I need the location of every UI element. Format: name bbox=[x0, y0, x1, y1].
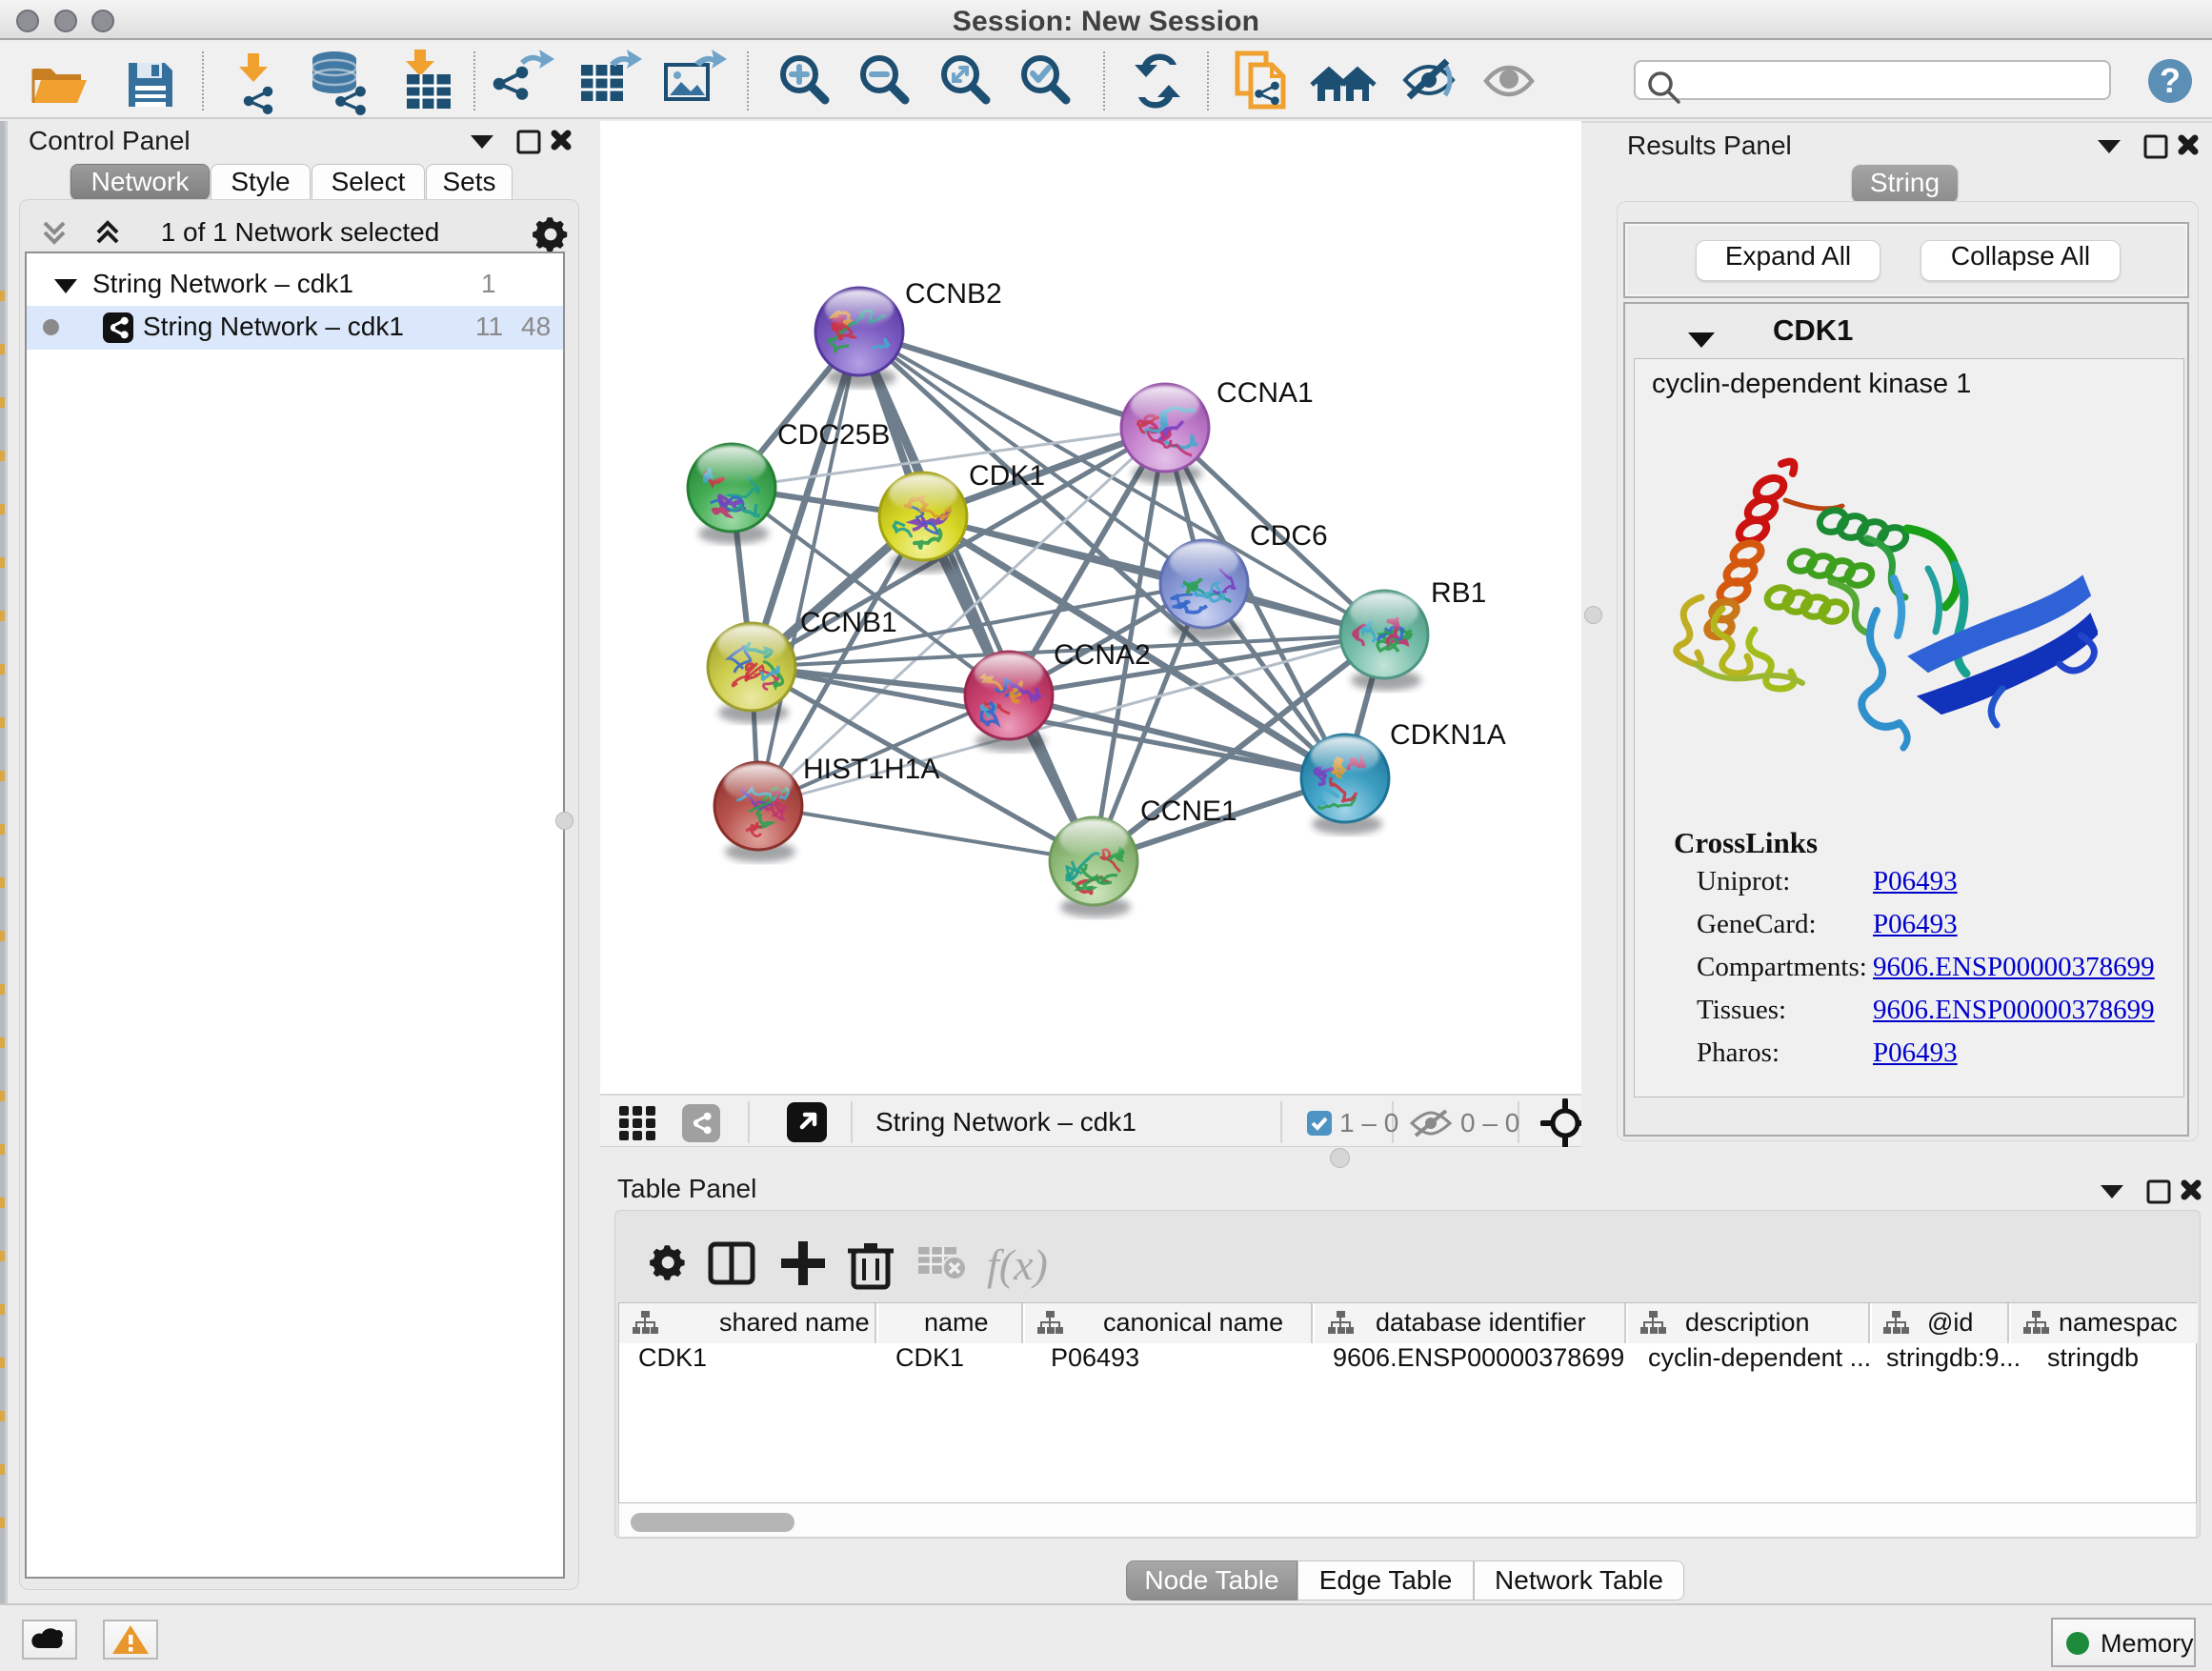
svg-text:CDC6: CDC6 bbox=[1250, 520, 1328, 552]
svg-text:RB1: RB1 bbox=[1431, 577, 1486, 609]
svg-text:CDK1: CDK1 bbox=[969, 460, 1045, 492]
svg-text:CCNE1: CCNE1 bbox=[1140, 795, 1237, 827]
svg-text:CCNB2: CCNB2 bbox=[905, 278, 1002, 310]
svg-text:f(x): f(x) bbox=[987, 1240, 1048, 1289]
svg-text:CCNB1: CCNB1 bbox=[800, 607, 897, 638]
svg-text:CDC25B: CDC25B bbox=[777, 419, 890, 451]
svg-text:CDKN1A: CDKN1A bbox=[1390, 719, 1506, 751]
svg-text:CCNA1: CCNA1 bbox=[1217, 377, 1314, 409]
svg-text:CCNA2: CCNA2 bbox=[1054, 639, 1151, 671]
svg-text:HIST1H1A: HIST1H1A bbox=[803, 754, 939, 785]
